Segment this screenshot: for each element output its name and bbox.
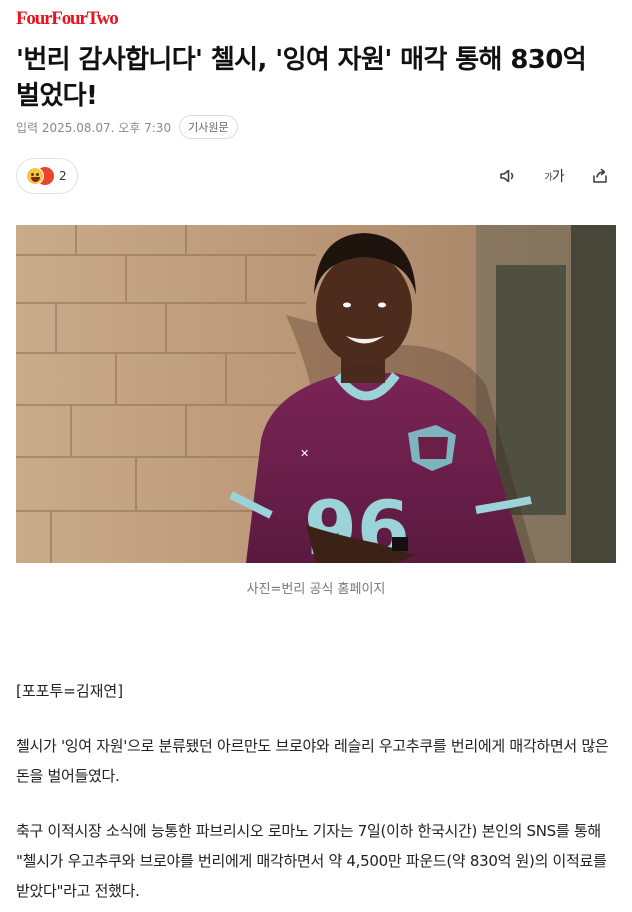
article-page: FourFourTwo '번리 감사합니다' 첼시, '잉여 자원' 매각 통해… [0,0,632,912]
article-paragraph: 축구 이적시장 소식에 능통한 파브리시오 로마노 기자는 7일(이하 한국시간… [16,822,607,900]
font-size-large-glyph: 가 [551,169,565,185]
byline: [포포투=김재연] [16,682,124,700]
laughing-face-icon [26,167,44,185]
article-title: '번리 감사합니다' 첼시, '잉여 자원' 매각 통해 830억 벌었다! [16,45,587,111]
photo-caption: 사진=번리 공식 홈페이지 [246,582,386,597]
article-toolbar: 가 가 [496,164,612,188]
article-meta: 입력 2025.08.07. 오후 7:30 기사원문 [16,115,238,139]
share-icon[interactable] [588,164,612,188]
reaction-button[interactable]: 2 [16,158,78,194]
brand-logo[interactable]: FourFourTwo [16,8,119,30]
font-size-small-glyph: 가 [544,172,552,183]
reaction-count: 2 [59,169,67,183]
publish-date: 입력 2025.08.07. 오후 7:30 [16,120,172,135]
article-photo: ✕ 96 [16,225,616,563]
svg-text:✕: ✕ [300,447,309,460]
article-paragraph: 첼시가 '잉여 자원'으로 분류됐던 아르만도 브로야와 레슬리 우고추쿠를 번… [16,737,609,785]
speaker-icon[interactable] [496,164,520,188]
original-article-button[interactable]: 기사원문 [179,115,238,139]
reaction-emoji-stack [26,167,54,185]
font-size-icon[interactable]: 가 가 [542,164,566,188]
